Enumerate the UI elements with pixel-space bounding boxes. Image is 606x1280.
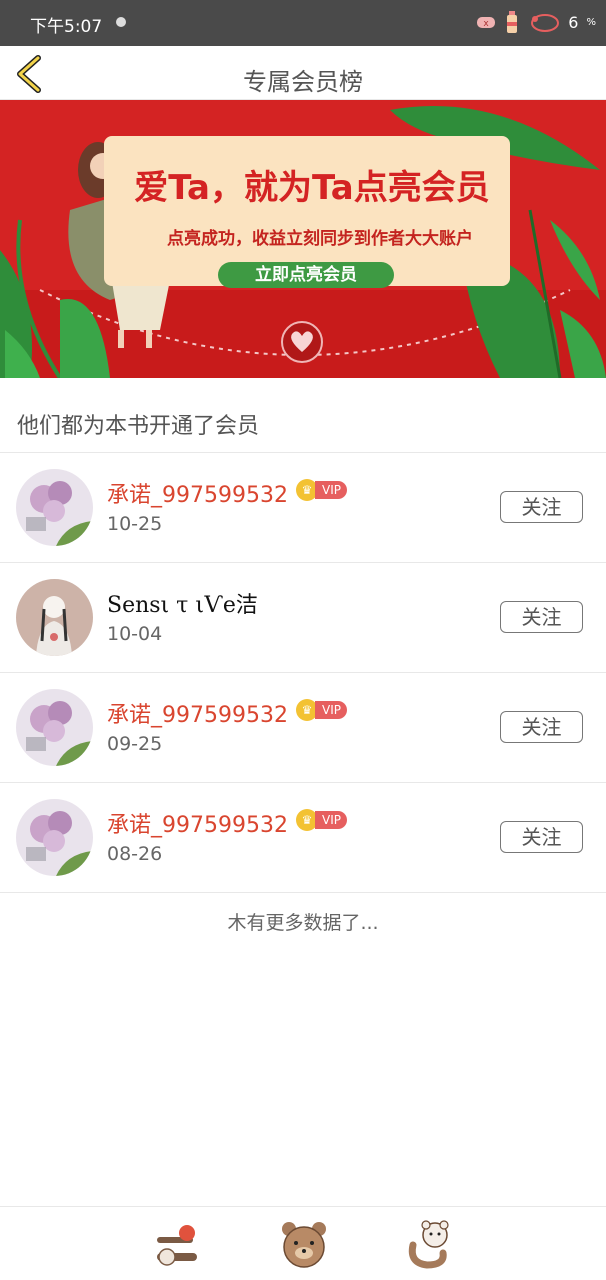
vip-label: VIP — [314, 481, 347, 499]
promo-banner[interactable]: 爱Ta，就为Ta点亮会员 点亮成功，收益立刻同步到作者大大账户 立即点亮会员 — [0, 100, 606, 378]
status-bar: 下午5:07 x 6 % — [0, 0, 606, 46]
follow-button[interactable]: 关注 — [500, 711, 583, 743]
bear-face-icon[interactable] — [279, 1219, 329, 1269]
list-item[interactable]: 承诺_997599532 ♛ VIP 09-25 关注 — [0, 673, 606, 783]
bottle-icon — [507, 11, 518, 33]
list-item[interactable]: 承诺_997599532 ♛ VIP 08-26 关注 — [0, 783, 606, 893]
join-date: 10-25 — [107, 513, 163, 535]
notification-dot-icon — [116, 17, 126, 27]
join-date: 10-04 — [107, 623, 163, 645]
follow-button[interactable]: 关注 — [500, 491, 583, 523]
vip-badge: ♛ VIP — [295, 699, 347, 721]
list-item[interactable]: Sensι τ ιѴe洁 10-04 关注 — [0, 563, 606, 673]
status-time: 下午5:07 — [30, 17, 103, 37]
avatar[interactable] — [16, 689, 93, 766]
flower-avatar-icon — [16, 799, 93, 876]
light-up-membership-button[interactable]: 立即点亮会员 — [218, 262, 394, 288]
section-title: 他们都为本书开通了会员 — [17, 414, 260, 439]
join-date: 08-26 — [107, 843, 163, 865]
vip-label: VIP — [314, 811, 347, 829]
bottom-toolbar — [0, 1206, 606, 1280]
vip-label: VIP — [314, 701, 347, 719]
banner-subline: 点亮成功，收益立刻同步到作者大大账户 — [167, 229, 473, 249]
username[interactable]: Sensι τ ιѴe洁 — [107, 587, 258, 619]
top-header: 专属会员榜 — [0, 46, 606, 100]
battery-level: 6 — [568, 12, 579, 32]
sim-icon: x — [477, 17, 496, 29]
flower-avatar-icon — [16, 469, 93, 546]
username[interactable]: 承诺_997599532 — [107, 477, 288, 509]
join-date: 09-25 — [107, 733, 163, 755]
list-item[interactable]: 承诺_997599532 ♛ VIP 10-25 关注 — [0, 453, 606, 563]
vip-badge: ♛ VIP — [295, 479, 347, 501]
member-list: 承诺_997599532 ♛ VIP 10-25 关注 Sensι τ ιѴe洁… — [0, 453, 606, 893]
bear-strawberry-icon[interactable] — [153, 1219, 203, 1269]
username[interactable]: 承诺_997599532 — [107, 807, 288, 839]
avatar[interactable] — [16, 469, 93, 546]
girl-avatar-icon — [16, 579, 93, 656]
battery-unit: % — [586, 16, 596, 28]
vip-badge: ♛ VIP — [295, 809, 347, 831]
bear-hug-icon[interactable] — [405, 1219, 455, 1269]
follow-button[interactable]: 关注 — [500, 821, 583, 853]
banner-headline: 爱Ta，就为Ta点亮会员 — [134, 168, 490, 208]
status-icons: x 6 % — [476, 10, 596, 34]
flower-avatar-icon — [16, 689, 93, 766]
svg-text:x: x — [484, 19, 490, 29]
avatar[interactable] — [16, 799, 93, 876]
page-title: 专属会员榜 — [243, 68, 363, 96]
username[interactable]: 承诺_997599532 — [107, 697, 288, 729]
avatar[interactable] — [16, 579, 93, 656]
no-more-data-text: 木有更多数据了... — [227, 912, 379, 934]
follow-button[interactable]: 关注 — [500, 601, 583, 633]
battery-critter-icon — [531, 14, 560, 32]
